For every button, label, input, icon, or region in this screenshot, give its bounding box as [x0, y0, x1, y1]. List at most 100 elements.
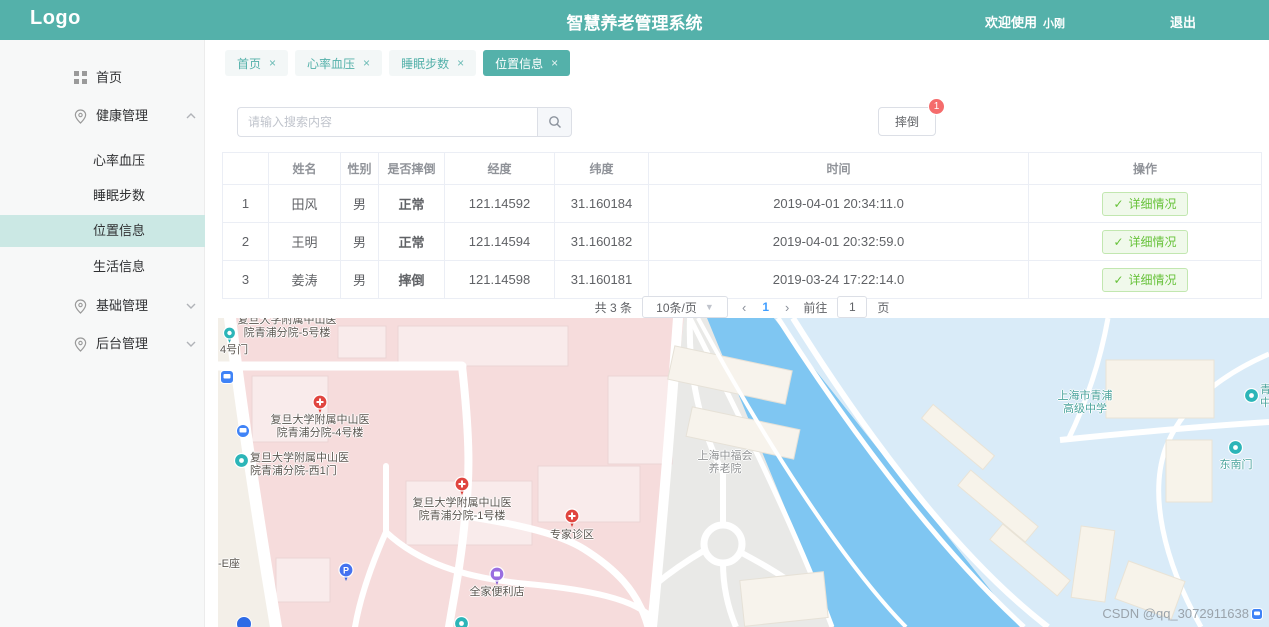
chevron-down-icon [186, 303, 196, 309]
sidebar-item-life-info[interactable]: 生活信息 [0, 251, 205, 283]
close-icon[interactable]: × [269, 56, 276, 70]
close-icon[interactable]: × [363, 56, 370, 70]
cell-gender: 男 [341, 185, 379, 223]
store-pin-icon[interactable] [489, 566, 505, 586]
map-pin-icon [74, 109, 87, 124]
fall-button-label: 摔倒 [895, 115, 919, 129]
cell-index: 1 [223, 185, 269, 223]
username: 小刚 [1043, 18, 1065, 30]
hospital-pin-icon[interactable] [454, 476, 470, 496]
search-button[interactable] [537, 107, 572, 137]
tab-label: 位置信息 [495, 55, 543, 72]
search-input[interactable] [237, 107, 537, 137]
bus-stop-icon[interactable] [220, 370, 234, 384]
bus-stop-icon[interactable] [236, 424, 250, 438]
watermark: CSDN @qq_3072911638 [1102, 606, 1263, 621]
metro-icon[interactable] [236, 616, 252, 627]
table-row: 1 田风 男 正常 121.14592 31.160184 2019-04-01… [223, 185, 1262, 223]
detail-button[interactable]: ✓详细情况 [1102, 268, 1187, 292]
cell-latitude: 31.160184 [555, 185, 649, 223]
sidebar: 首页 健康管理 心率血压 睡眠步数 位置信息 生活信息 基础管理 [0, 40, 205, 627]
sidebar-item-label: 基础管理 [96, 290, 148, 322]
tab-location[interactable]: 位置信息 × [483, 50, 570, 76]
map-label-gate4: 4号门 [220, 344, 248, 357]
col-time: 时间 [649, 153, 1029, 185]
fall-button[interactable]: 摔倒 [878, 107, 936, 136]
cell-index: 2 [223, 223, 269, 261]
sidebar-item-heart-rate[interactable]: 心率血压 [0, 145, 205, 177]
detail-button[interactable]: ✓ 详细情况 [1102, 230, 1187, 254]
sidebar-item-location[interactable]: 位置信息 [0, 215, 205, 247]
tab-sleep-steps[interactable]: 睡眠步数 × [389, 50, 476, 76]
sidebar-item-admin[interactable]: 后台管理 [0, 328, 205, 360]
parking-pin-icon[interactable]: P [338, 562, 354, 582]
col-gender: 性别 [341, 153, 379, 185]
map-label-southeast-gate: 东南门 [1220, 459, 1253, 472]
tab-heart-rate[interactable]: 心率血压 × [295, 50, 382, 76]
school-pin-icon[interactable] [1244, 388, 1259, 403]
grid-icon [74, 71, 87, 84]
check-icon: ✓ [1113, 235, 1123, 249]
col-longitude: 经度 [445, 153, 555, 185]
search-icon [548, 115, 562, 129]
gate-pin-icon[interactable] [222, 326, 237, 344]
prev-page-button[interactable]: ‹ [738, 300, 750, 315]
fall-alert: 摔倒 1 [878, 107, 936, 136]
hospital-pin-icon[interactable] [312, 394, 328, 414]
next-page-button[interactable]: › [781, 300, 793, 315]
sidebar-item-health[interactable]: 健康管理 [0, 100, 205, 132]
cell-index: 3 [223, 261, 269, 299]
cell-time: 2019-03-24 17:22:14.0 [649, 261, 1029, 299]
status-badge: 正常 [379, 223, 445, 261]
cell-gender: 男 [341, 261, 379, 299]
table-header-row: 姓名 性别 是否摔倒 经度 纬度 时间 操作 [223, 153, 1262, 185]
cell-longitude: 121.14594 [445, 223, 555, 261]
map-label-building1: 复旦大学附属中山医 院青浦分院-1号楼 [413, 497, 512, 523]
detail-button[interactable]: ✓详细情况 [1102, 192, 1187, 216]
bus-stop-icon [1251, 608, 1263, 620]
gate-pin-icon[interactable] [234, 453, 249, 468]
map-label-building4: 复旦大学附属中山医 院青浦分院-4号楼 [271, 414, 370, 440]
col-actions: 操作 [1029, 153, 1262, 185]
location-table: 姓名 性别 是否摔倒 经度 纬度 时间 操作 1 田风 男 正常 121.145… [222, 152, 1262, 299]
map-pin-icon [74, 299, 87, 314]
cell-gender: 男 [341, 223, 379, 261]
welcome-label: 欢迎使用 [985, 15, 1037, 30]
map-label-nursing-home: 上海中福会 养老院 [698, 450, 753, 476]
sidebar-item-sleep-steps[interactable]: 睡眠步数 [0, 180, 205, 212]
app-header: Logo 智慧养老管理系统 欢迎使用小刚 退出 [0, 0, 1269, 40]
check-icon: ✓ [1113, 273, 1123, 287]
cell-longitude: 121.14592 [445, 185, 555, 223]
goto-page-input[interactable] [837, 296, 867, 318]
sidebar-item-label: 首页 [96, 62, 122, 94]
map-label-block-e: -E座 [218, 558, 240, 571]
pagination: 共 3 条 10条/页 ▼ ‹ 1 › 前往 页 [222, 296, 1262, 318]
sidebar-item-home[interactable]: 首页 [0, 62, 205, 94]
logout-button[interactable]: 退出 [1170, 12, 1196, 31]
close-icon[interactable]: × [457, 56, 464, 70]
hospital-pin-icon[interactable] [564, 508, 580, 528]
sidebar-item-label: 后台管理 [96, 328, 148, 360]
col-latitude: 纬度 [555, 153, 649, 185]
page-size-value: 10条/页 [656, 299, 697, 316]
close-icon[interactable]: × [551, 56, 558, 70]
sidebar-item-basic[interactable]: 基础管理 [0, 290, 205, 322]
cell-time: 2019-04-01 20:32:59.0 [649, 223, 1029, 261]
parking-glyph: P [343, 566, 349, 576]
gate-pin-icon[interactable] [454, 616, 469, 627]
detail-button-label: 详细情况 [1129, 195, 1177, 212]
cell-name: 田风 [269, 185, 341, 223]
cell-longitude: 121.14598 [445, 261, 555, 299]
page-unit: 页 [877, 299, 889, 316]
cell-name: 王明 [269, 223, 341, 261]
search-bar [237, 107, 572, 137]
map-panel[interactable]: P 复旦大学附属中山医 院青浦分院-5号楼 4号门 复旦大学附属中山医 院青浦分… [218, 318, 1269, 627]
chevron-up-icon [186, 113, 196, 119]
page-number[interactable]: 1 [760, 300, 771, 314]
tab-home[interactable]: 首页 × [225, 50, 288, 76]
gate-pin-icon[interactable] [1228, 440, 1243, 455]
col-index [223, 153, 269, 185]
map-label-expert-clinic: 专家诊区 [550, 529, 594, 542]
detail-button-label: 详细情况 [1129, 233, 1177, 250]
page-size-select[interactable]: 10条/页 ▼ [642, 296, 728, 318]
